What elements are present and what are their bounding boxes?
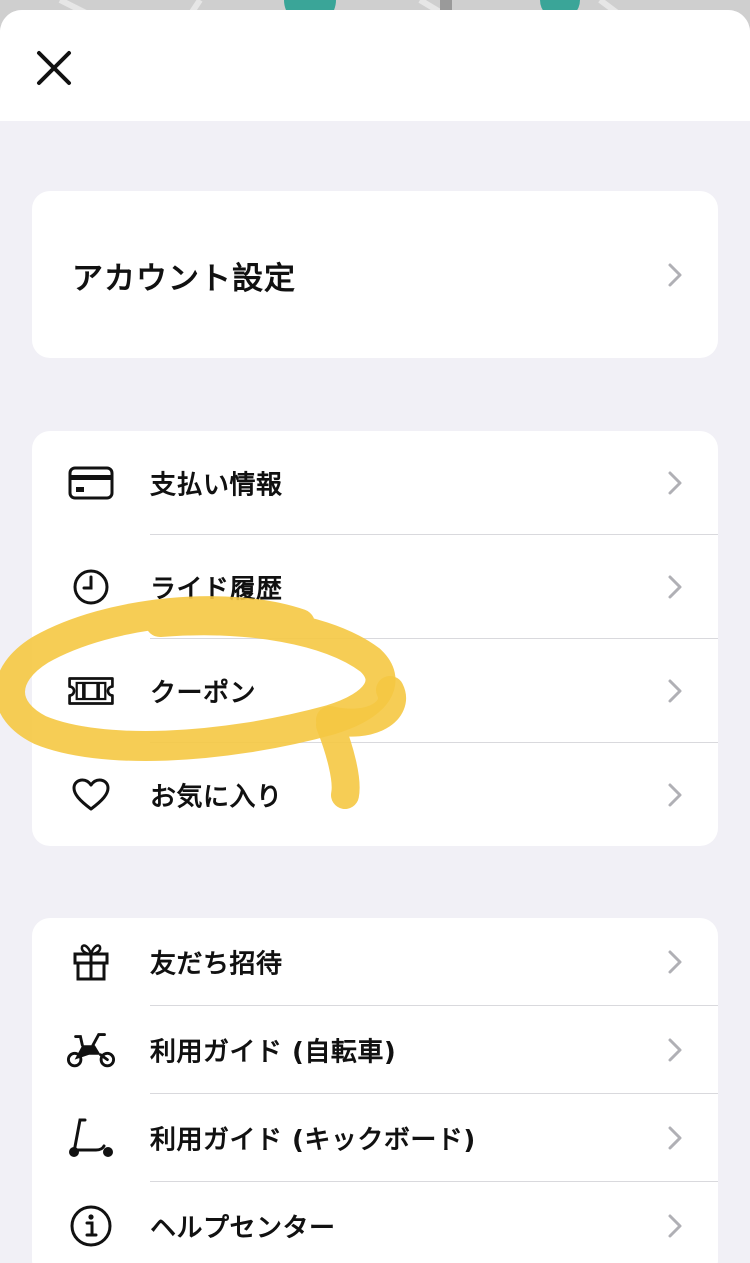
kick-scooter-icon xyxy=(66,1113,116,1163)
ticket-icon xyxy=(66,666,116,716)
chevron-right-icon xyxy=(666,261,684,289)
menu-item-label: 友だち招待 xyxy=(150,949,283,980)
chevron-right-icon xyxy=(666,573,684,601)
heart-icon xyxy=(66,770,116,820)
account-settings-row[interactable]: アカウント設定 xyxy=(32,191,718,358)
menu-item-label: 支払い情報 xyxy=(150,470,283,501)
clock-icon xyxy=(66,562,116,612)
close-icon xyxy=(37,51,71,85)
menu-sheet: アカウント設定 支払い情報 ライド履歴 クーポン お気に入り 友だち招待 利用ガ… xyxy=(0,10,750,1263)
chevron-right-icon xyxy=(666,469,684,497)
menu-item-label: 利用ガイド (自転車) xyxy=(150,1037,397,1068)
menu-item-label: 利用ガイド (キックボード) xyxy=(150,1125,476,1156)
menu-item-payment[interactable]: 支払い情報 xyxy=(32,431,718,535)
menu-item-label: ヘルプセンター xyxy=(150,1213,336,1244)
close-button[interactable] xyxy=(28,42,80,94)
menu-item-bike-guide[interactable]: 利用ガイド (自転車) xyxy=(32,1006,718,1094)
menu-item-kickboard-guide[interactable]: 利用ガイド (キックボード) xyxy=(32,1094,718,1182)
menu-item-label: ライド履歴 xyxy=(150,574,283,605)
chevron-right-icon xyxy=(666,1212,684,1240)
credit-card-icon xyxy=(66,458,116,508)
menu-item-favorites[interactable]: お気に入り xyxy=(32,743,718,846)
menu-item-coupon[interactable]: クーポン xyxy=(32,639,718,743)
chevron-right-icon xyxy=(666,677,684,705)
info-icon xyxy=(66,1201,116,1251)
menu-item-label: お気に入り xyxy=(150,782,283,813)
account-settings-label: アカウント設定 xyxy=(72,261,296,297)
support-menu-card: 友だち招待 利用ガイド (自転車) 利用ガイド (キックボード) ヘルプセンター xyxy=(32,918,718,1263)
chevron-right-icon xyxy=(666,948,684,976)
chevron-right-icon xyxy=(666,1124,684,1152)
menu-item-help-center[interactable]: ヘルプセンター xyxy=(32,1182,718,1263)
account-menu-card: 支払い情報 ライド履歴 クーポン お気に入り xyxy=(32,431,718,846)
sheet-header xyxy=(0,10,750,121)
bicycle-icon xyxy=(66,1025,116,1075)
menu-item-ride-history[interactable]: ライド履歴 xyxy=(32,535,718,639)
menu-item-label: クーポン xyxy=(150,678,257,709)
chevron-right-icon xyxy=(666,1036,684,1064)
menu-item-invite-friends[interactable]: 友だち招待 xyxy=(32,918,718,1006)
chevron-right-icon xyxy=(666,781,684,809)
gift-icon xyxy=(66,937,116,987)
account-card: アカウント設定 xyxy=(32,191,718,358)
